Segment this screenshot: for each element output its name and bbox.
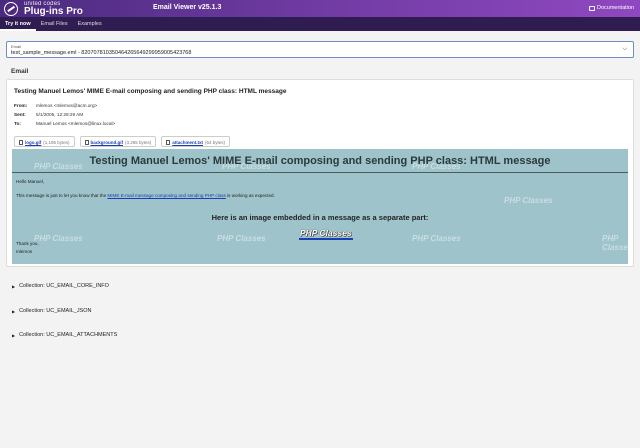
body-heading: Testing Manuel Lemos' MIME E-mail compos… [89,155,551,167]
tab-try-it-now[interactable]: Try it now [0,17,36,31]
body-text-prefix: This message is just to let you know tha… [16,193,107,198]
tab-bar: Try it now Email Files Examples [0,17,640,31]
body-greeting: Hello Manuel, [16,179,45,184]
to-row: To: Manuel Lemos <mlemos@linux.local> [14,121,115,126]
email-select-label: Email [11,44,22,49]
file-icon [166,140,171,145]
brand-name: Plug-ins Pro [24,6,83,17]
tab-examples[interactable]: Examples [73,17,107,31]
collection-label: Collection: UC_EMAIL_JSON [19,308,92,314]
to-label: To: [14,121,21,126]
email-card: Testing Manuel Lemos' MIME E-mail compos… [6,79,634,267]
watermark: PHP Classes [34,234,83,243]
caret-right-icon: ▶ [12,308,16,314]
sent-value: 5/1/2005, 12:28:29 AM [36,112,84,117]
email-subject: Testing Manuel Lemos' MIME E-mail compos… [14,88,287,95]
body-signoff: Thank you, [16,241,39,246]
tab-email-files[interactable]: Email Files [36,17,73,31]
body-signature: mlemos [16,249,33,254]
email-select[interactable]: Email test_sample_message.eml - 82070781… [6,41,634,58]
top-bar: united codes Plug-ins Pro Email Viewer v… [0,0,640,17]
attachment-text[interactable]: attachment.txt (64 bytes) [161,136,231,147]
from-row: From: mlemos <mlemos@acm.org> [14,103,97,108]
section-title: Email [11,68,29,75]
logo-icon [4,2,18,16]
sent-label: Sent: [14,112,26,117]
collection-label: Collection: UC_EMAIL_CORE_INFO [19,283,109,289]
caret-right-icon: ▶ [12,283,16,289]
app-title: Email Viewer v25.1.3 [153,4,222,11]
to-value: Manuel Lemos <mlemos@linux.local> [36,121,116,126]
watermark: PHP Classes [504,196,553,205]
file-icon [19,140,23,145]
documentation-link[interactable]: Documentation [589,5,634,11]
body-link[interactable]: MIME E-mail message composing and sendin… [107,193,225,198]
watermark: PHP Classes [602,234,628,252]
watermark: PHP Classes [217,234,266,243]
attachment-name[interactable]: logo.gif [25,140,41,145]
collection-attachments[interactable]: ▶ Collection: UC_EMAIL_ATTACHMENTS [6,323,634,347]
collection-core-info[interactable]: ▶ Collection: UC_EMAIL_CORE_INFO [6,274,634,298]
documentation-label: Documentation [597,5,634,11]
chevron-down-icon[interactable]: ⌵ [622,46,627,53]
embedded-image: PHP Classes [299,228,353,240]
body-paragraph: This message is just to let you know tha… [16,193,275,198]
attachments-list: logo.gif (1,195 bytes) background.gif (3… [14,136,231,147]
attachment-size: (64 bytes) [205,140,226,145]
body-subheading: Here is an image embedded in a message a… [211,213,429,222]
attachment-background[interactable]: background.gif (3,265 bytes) [79,136,157,147]
attachment-name[interactable]: attachment.txt [172,140,203,145]
body-divider [12,172,628,173]
body-text-suffix: is working as expected. [227,193,275,198]
from-value: mlemos <mlemos@acm.org> [36,103,98,108]
from-label: From: [14,103,28,108]
collection-json[interactable]: ▶ Collection: UC_EMAIL_JSON [6,299,634,323]
email-body: PHP Classes PHP Classes PHP Classes PHP … [12,149,628,264]
file-icon [84,140,89,145]
attachment-name[interactable]: background.gif [91,140,124,145]
caret-right-icon: ▶ [12,332,16,338]
sent-row: Sent: 5/1/2005, 12:28:29 AM [14,112,83,117]
attachment-logo[interactable]: logo.gif (1,195 bytes) [14,136,75,147]
attachment-size: (3,265 bytes) [125,140,152,145]
book-icon [589,5,595,11]
watermark: PHP Classes [412,234,461,243]
attachment-size: (1,195 bytes) [43,140,70,145]
email-select-value: test_sample_message.eml - 82070781035046… [11,50,192,56]
collection-label: Collection: UC_EMAIL_ATTACHMENTS [19,332,118,338]
